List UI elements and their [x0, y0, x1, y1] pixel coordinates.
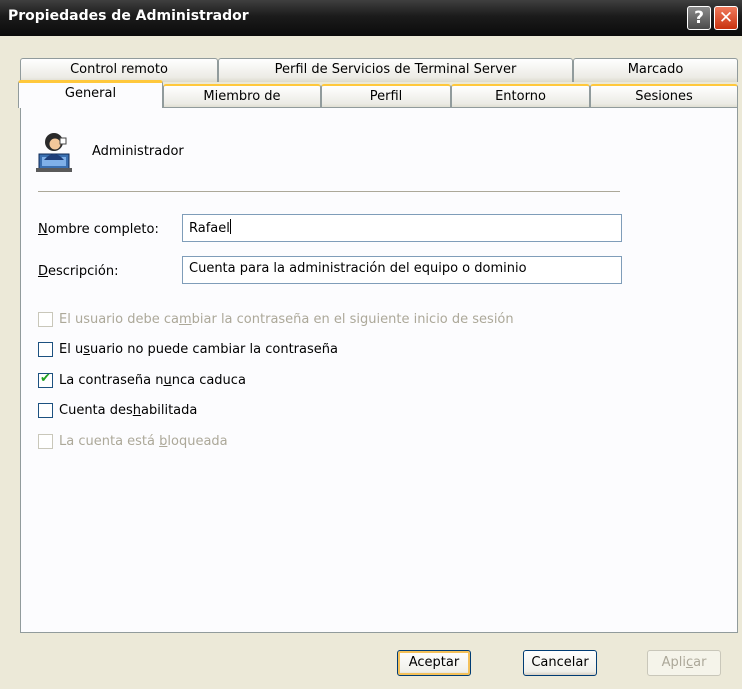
window-title: Propiedades de Administrador: [8, 8, 249, 24]
apply-button[interactable]: Aplicar: [647, 650, 721, 676]
full-name-input[interactable]: Rafael: [182, 214, 622, 242]
general-tab-panel: [20, 107, 738, 633]
help-button[interactable]: ?: [687, 6, 711, 30]
checkbox-label: El usuario debe cambiar la contraseña en…: [59, 311, 514, 327]
account-locked-checkbox[interactable]: La cuenta está bloqueada: [38, 432, 228, 450]
tab-entorno[interactable]: Entorno: [451, 84, 590, 108]
check-mark-icon: ✔: [40, 370, 51, 386]
apply-label-pre: Apli: [661, 655, 686, 670]
full-name-label-accel: N: [38, 222, 48, 237]
user-name: Administrador: [92, 144, 184, 159]
apply-label-post: ar: [693, 655, 707, 670]
account-disabled-checkbox[interactable]: Cuenta deshabilitada: [38, 401, 197, 419]
tab-marcado[interactable]: Marcado: [573, 58, 738, 82]
cannot-change-password-checkbox[interactable]: El usuario no puede cambiar la contraseñ…: [38, 340, 338, 358]
full-name-label: Nombre completo:: [38, 222, 159, 237]
separator: [38, 191, 620, 192]
full-name-value: Rafael: [189, 221, 230, 236]
checkbox-box[interactable]: [38, 402, 53, 418]
tab-sesiones[interactable]: Sesiones: [590, 84, 738, 108]
tab-miembro-de[interactable]: Miembro de: [163, 84, 321, 108]
title-bar[interactable]: Propiedades de Administrador ? ✕: [0, 0, 742, 36]
checkbox-label: La contraseña nunca caduca: [59, 372, 246, 388]
checkbox-box[interactable]: [38, 311, 53, 327]
checkbox-label: La cuenta está bloqueada: [59, 433, 228, 449]
checkbox-label: Cuenta deshabilitada: [59, 402, 198, 418]
full-name-label-rest: ombre completo:: [47, 222, 159, 237]
tab-perfil[interactable]: Perfil: [321, 84, 451, 108]
description-label: Descripción:: [38, 264, 118, 279]
checkbox-box[interactable]: [38, 433, 53, 449]
checkbox-label: El usuario no puede cambiar la contraseñ…: [59, 341, 338, 357]
description-input[interactable]: Cuenta para la administración del equipo…: [182, 256, 622, 284]
checkbox-box[interactable]: [38, 341, 53, 357]
close-button[interactable]: ✕: [714, 6, 738, 30]
checkbox-box[interactable]: ✔: [38, 370, 53, 388]
text-caret: [229, 219, 231, 234]
description-label-rest: escripción:: [48, 264, 119, 279]
tab-control-remoto[interactable]: Control remoto: [20, 58, 218, 82]
tab-perfil-terminal-server[interactable]: Perfil de Servicios de Terminal Server: [218, 58, 573, 82]
description-label-accel: D: [38, 264, 49, 279]
description-value: Cuenta para la administración del equipo…: [189, 261, 527, 276]
user-icon: [36, 133, 72, 172]
tab-general[interactable]: General: [18, 80, 163, 108]
password-never-expires-checkbox[interactable]: ✔ La contraseña nunca caduca: [38, 371, 246, 389]
must-change-password-checkbox[interactable]: El usuario debe cambiar la contraseña en…: [38, 310, 514, 328]
cancel-button[interactable]: Cancelar: [523, 650, 597, 676]
ok-button[interactable]: Aceptar: [397, 650, 471, 676]
